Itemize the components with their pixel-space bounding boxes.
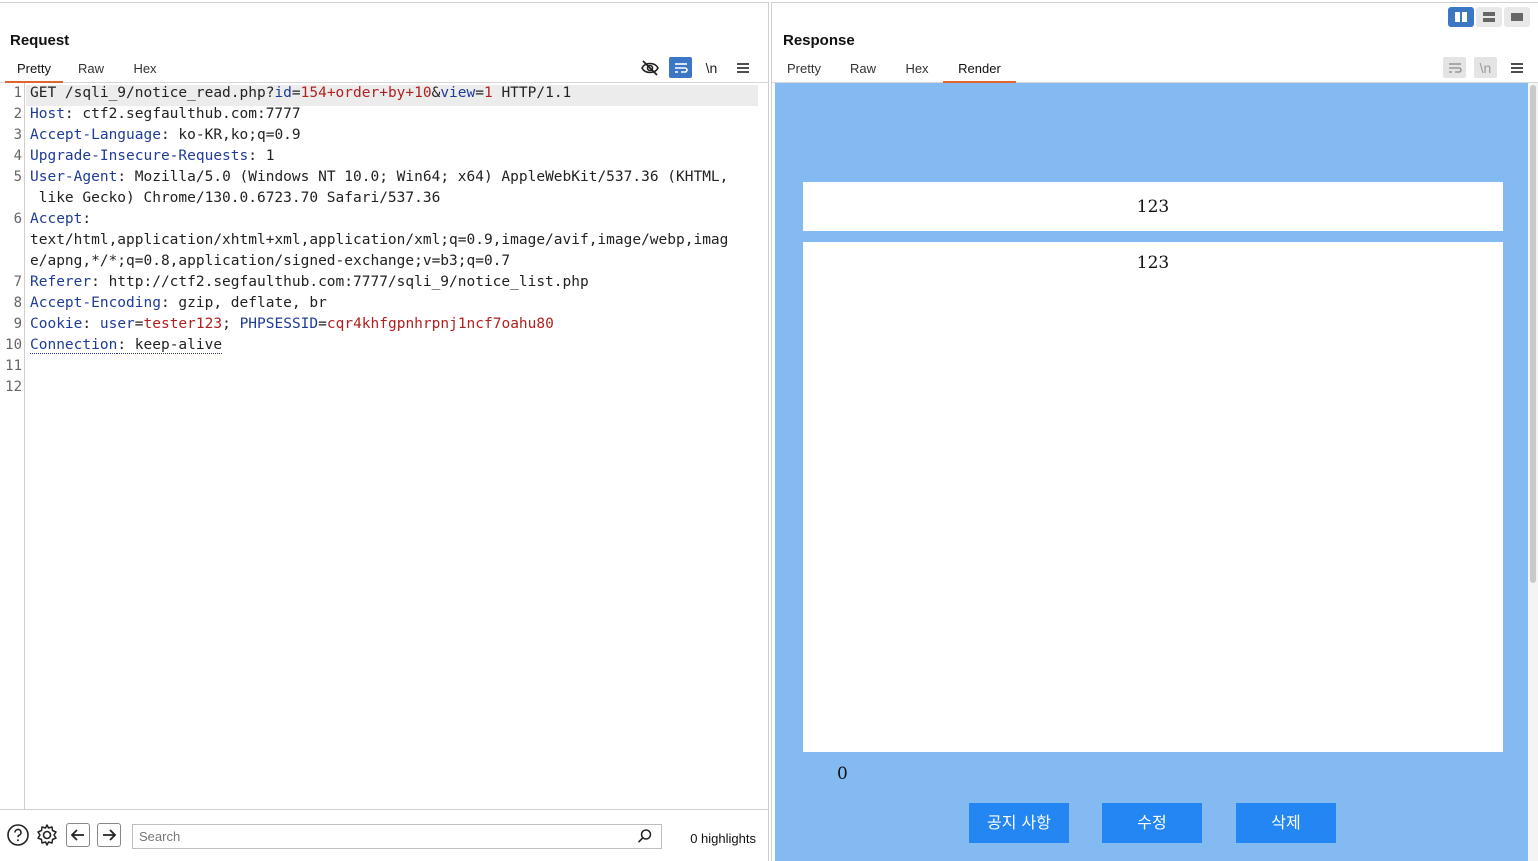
request-line[interactable]: 8 Accept-Encoding: gzip, deflate, br: [0, 295, 758, 316]
next-match-button[interactable]: [97, 823, 121, 847]
request-line[interactable]: 9 Cookie: user=tester123; PHPSESSID=cqr4k…: [0, 316, 758, 337]
render-scrollbar[interactable]: [1528, 83, 1538, 861]
scrollbar-thumb[interactable]: [1530, 85, 1536, 583]
request-tab-hex[interactable]: Hex: [124, 59, 166, 83]
edit-button[interactable]: 수정: [1102, 803, 1202, 843]
line-number: 11: [5, 358, 22, 374]
arrow-right-icon: [103, 829, 117, 841]
request-line[interactable]: 6 Accept:: [0, 211, 758, 232]
request-line[interactable]: 4 Upgrade-Insecure-Requests: 1: [0, 148, 758, 169]
line-code: Accept:: [30, 211, 92, 227]
previous-match-button[interactable]: [66, 823, 90, 847]
response-tab-pretty[interactable]: Pretty: [780, 59, 828, 83]
notice-list-button[interactable]: 공지 사항: [969, 803, 1069, 843]
search-bar: 0 highlights: [0, 809, 768, 861]
line-code: Referer: http://ctf2.segfaulthub.com:777…: [30, 274, 589, 290]
response-title: Response: [783, 32, 855, 49]
line-code: GET /sqli_9/notice_read.php?id=154+order…: [30, 85, 572, 101]
line-code: like Gecko) Chrome/130.0.6723.70 Safari/…: [30, 190, 441, 206]
request-tab-pretty[interactable]: Pretty: [5, 59, 63, 83]
request-line[interactable]: e/apng,*/*;q=0.8,application/signed-exch…: [0, 253, 758, 274]
burp-repeater-view: Request Pretty Raw Hex \n 1 GET /sqli_9/n…: [0, 0, 1538, 861]
post-content: 123: [803, 242, 1503, 752]
request-line[interactable]: text/html,application/xhtml+xml,applicat…: [0, 232, 758, 253]
request-line[interactable]: like Gecko) Chrome/130.0.6723.70 Safari/…: [0, 190, 758, 211]
search-icon: [637, 829, 652, 843]
line-number: 8: [13, 295, 22, 311]
menu-icon[interactable]: [731, 57, 754, 78]
line-number: 1: [13, 85, 22, 101]
response-tab-hex[interactable]: Hex: [898, 59, 936, 83]
line-code: text/html,application/xhtml+xml,applicat…: [30, 232, 729, 248]
delete-button[interactable]: 삭제: [1236, 803, 1336, 843]
line-number: 10: [5, 337, 22, 353]
highlights-count: 0 highlights: [690, 831, 756, 846]
settings-gear-icon[interactable]: [35, 823, 59, 847]
word-wrap-icon[interactable]: [1443, 57, 1466, 78]
newline-icon[interactable]: \n: [1474, 57, 1497, 78]
line-number: 2: [13, 106, 22, 122]
request-line[interactable]: 2 Host: ctf2.segfaulthub.com:7777: [0, 106, 758, 127]
request-editor[interactable]: 1 GET /sqli_9/notice_read.php?id=154+orde…: [0, 83, 768, 809]
response-toolbar: \n: [1443, 57, 1528, 78]
response-tabs: Pretty Raw Hex Render: [772, 59, 1538, 83]
view-count: 0: [837, 764, 848, 784]
line-number: 12: [5, 379, 22, 395]
request-line[interactable]: 10 Connection: keep-alive: [0, 337, 758, 358]
line-code: Accept-Language: ko-KR,ko;q=0.9: [30, 127, 301, 143]
request-line[interactable]: 3 Accept-Language: ko-KR,ko;q=0.9: [0, 127, 758, 148]
line-number: 6: [13, 211, 22, 227]
line-number: 3: [13, 127, 22, 143]
line-code: Accept-Encoding: gzip, deflate, br: [30, 295, 327, 311]
newline-icon[interactable]: \n: [700, 57, 723, 78]
request-toolbar: \n: [638, 57, 754, 78]
rendered-response: 123 123 0 공지 사항 수정 삭제: [775, 83, 1528, 861]
response-tab-render[interactable]: Render: [943, 59, 1016, 83]
menu-icon[interactable]: [1505, 57, 1528, 78]
arrow-left-icon: [70, 829, 84, 841]
request-line[interactable]: 5 User-Agent: Mozilla/5.0 (Windows NT 10.…: [0, 169, 758, 190]
response-tab-raw[interactable]: Raw: [843, 59, 883, 83]
line-code: User-Agent: Mozilla/5.0 (Windows NT 10.0…: [30, 169, 729, 185]
request-line[interactable]: 7 Referer: http://ctf2.segfaulthub.com:77…: [0, 274, 758, 295]
request-line[interactable]: 1 GET /sqli_9/notice_read.php?id=154+orde…: [14, 85, 758, 106]
help-icon[interactable]: [6, 823, 30, 847]
request-pane: Request Pretty Raw Hex \n 1 GET /sqli_9/n…: [0, 2, 769, 861]
word-wrap-icon[interactable]: [669, 57, 692, 78]
post-title: 123: [803, 182, 1503, 231]
line-number: 7: [13, 274, 22, 290]
response-pane: Response Pretty Raw Hex Render \n 123 12…: [771, 2, 1538, 861]
line-code: Host: ctf2.segfaulthub.com:7777: [30, 106, 301, 122]
line-code: Connection: keep-alive: [30, 337, 223, 354]
request-line[interactable]: 11: [0, 358, 758, 379]
request-title: Request: [10, 32, 70, 49]
request-line[interactable]: 12: [0, 379, 758, 400]
request-tab-raw[interactable]: Raw: [70, 59, 112, 83]
eye-slash-icon[interactable]: [638, 57, 661, 78]
line-code: Cookie: user=tester123; PHPSESSID=cqr4kh…: [30, 316, 554, 332]
line-code: Upgrade-Insecure-Requests: 1: [30, 148, 275, 164]
line-number: 5: [13, 169, 22, 185]
line-number: 4: [13, 148, 22, 164]
search-input[interactable]: [132, 824, 662, 849]
line-number: 9: [13, 316, 22, 332]
line-code: e/apng,*/*;q=0.8,application/signed-exch…: [30, 253, 511, 269]
